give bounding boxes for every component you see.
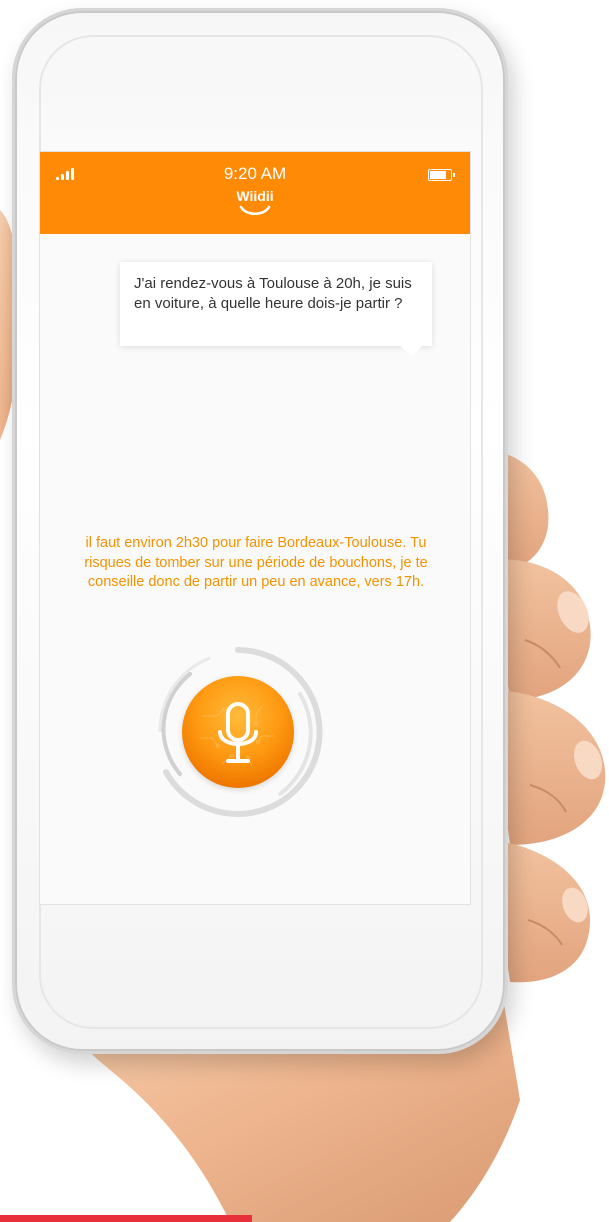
- voice-input-area: [150, 644, 326, 820]
- assistant-reply: il faut environ 2h30 pour faire Bordeaux…: [84, 535, 428, 590]
- battery-level: [430, 171, 446, 179]
- accent-bar: [0, 1215, 252, 1222]
- app-logo: Wiidii: [236, 188, 274, 204]
- status-bar: 9:20 AM Wiidii: [40, 152, 470, 234]
- microphone-button[interactable]: [182, 676, 294, 788]
- app-screen: 9:20 AM Wiidii J'ai rendez-vous à Toulou…: [40, 152, 470, 904]
- user-message-bubble: J'ai rendez-vous à Toulouse à 20h, je su…: [120, 262, 432, 346]
- battery-icon: [428, 169, 455, 181]
- microphone-icon: [200, 702, 274, 767]
- bubble-tail: [400, 346, 422, 356]
- status-time: 9:20 AM: [223, 164, 287, 183]
- smile-logo-icon: [239, 205, 271, 215]
